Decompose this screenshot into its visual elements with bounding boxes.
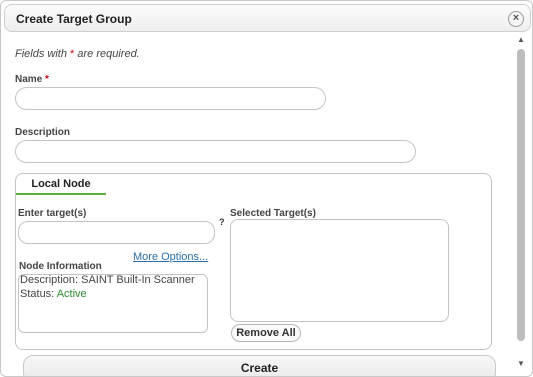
- required-fields-note: Fields with * are required.: [15, 48, 140, 60]
- close-icon[interactable]: ×: [508, 11, 524, 27]
- remove-all-button[interactable]: Remove All: [231, 324, 301, 342]
- node-description: Description: SAINT Built-In Scanner: [20, 274, 195, 286]
- node-status-prefix: Status:: [20, 288, 57, 300]
- name-required-star: *: [45, 74, 49, 85]
- name-label: Name *: [15, 74, 49, 85]
- node-information-label: Node Information: [19, 261, 102, 272]
- enter-targets-input[interactable]: [18, 221, 215, 244]
- scroll-down-arrow-icon[interactable]: ▼: [514, 359, 528, 369]
- node-status-value: Active: [56, 288, 87, 300]
- scroll-thumb[interactable]: [517, 49, 525, 341]
- description-label: Description: [15, 127, 71, 138]
- node-status: Status: Active: [20, 288, 87, 300]
- vertical-scrollbar[interactable]: ▲ ▼: [514, 35, 528, 369]
- create-target-group-dialog: Create Target Group × ▲ ▼ Fields with * …: [0, 0, 533, 377]
- required-note-suffix: are required.: [74, 48, 140, 60]
- name-label-text: Name: [15, 74, 43, 85]
- dialog-titlebar: Create Target Group ×: [4, 4, 531, 32]
- description-input[interactable]: [15, 140, 416, 163]
- create-button[interactable]: Create: [23, 355, 496, 376]
- help-icon[interactable]: ?: [219, 217, 225, 227]
- scroll-up-arrow-icon[interactable]: ▲: [514, 35, 528, 45]
- required-note-prefix: Fields with: [15, 48, 71, 60]
- tab-local-node[interactable]: Local Node: [16, 175, 106, 195]
- name-input[interactable]: [15, 87, 326, 110]
- more-options-link[interactable]: More Options...: [133, 251, 208, 263]
- dialog-title: Create Target Group: [16, 12, 132, 26]
- selected-targets-label: Selected Target(s): [230, 208, 316, 219]
- enter-targets-label: Enter target(s): [18, 208, 87, 219]
- selected-targets-list[interactable]: [230, 219, 449, 322]
